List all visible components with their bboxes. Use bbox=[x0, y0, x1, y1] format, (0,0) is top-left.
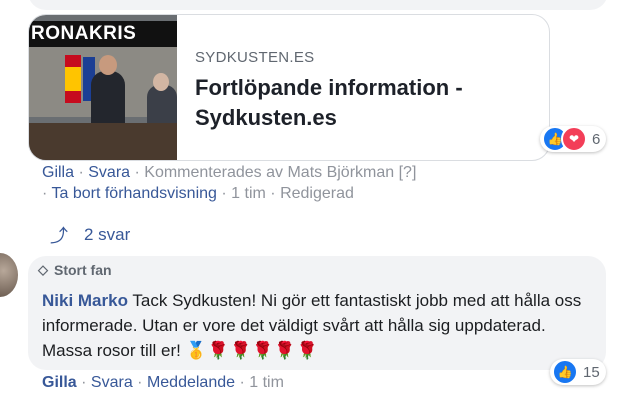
comment-actions-row: Gilla · Svara · Kommenterades av Mats Bj… bbox=[42, 164, 416, 182]
like-link[interactable]: Gilla bbox=[42, 374, 77, 391]
help-link[interactable]: [?] bbox=[399, 164, 417, 181]
view-replies-button[interactable]: ⤴ 2 svar bbox=[50, 222, 130, 248]
comment-body: Niki Marko Tack Sydkusten! Ni gör ett fa… bbox=[42, 288, 592, 363]
reply-arrow-icon: ⤴ bbox=[50, 226, 68, 246]
spain-flag-image bbox=[65, 55, 81, 103]
thumbnail-person bbox=[91, 71, 125, 125]
link-thumbnail[interactable]: RONAKRIS bbox=[29, 15, 177, 160]
separator: · bbox=[42, 185, 48, 202]
remove-preview-link[interactable]: Ta bort förhandsvisning bbox=[51, 185, 216, 202]
reply-link[interactable]: Svara bbox=[91, 374, 133, 391]
separator: · bbox=[221, 185, 227, 202]
reaction-count: 6 bbox=[592, 130, 601, 148]
like-icon: 👍 bbox=[552, 359, 578, 385]
comment-actions-row-2: · Ta bort förhandsvisning · 1 tim · Redi… bbox=[42, 185, 354, 203]
separator: · bbox=[137, 374, 143, 391]
comment-reactions[interactable]: 👍 15 bbox=[550, 359, 606, 385]
link-domain: SYDKUSTEN.ES bbox=[195, 49, 315, 66]
reactions-summary[interactable]: 👍 ❤ 6 bbox=[540, 126, 607, 152]
fan-badge-label: Stort fan bbox=[54, 262, 112, 278]
separator: · bbox=[134, 164, 140, 181]
separator: · bbox=[239, 374, 245, 391]
thumbnail-person-2-head bbox=[153, 73, 169, 91]
thumbnail-person-head bbox=[99, 55, 117, 75]
reply-link[interactable]: Svara bbox=[88, 164, 130, 181]
link-title[interactable]: Fortlöpande information - Sydkusten.es bbox=[195, 73, 525, 133]
comment2-actions-row: Gilla · Svara · Meddelande · 1 tim bbox=[42, 374, 284, 392]
commented-by-text: Kommenterades av Mats Björkman bbox=[144, 164, 395, 181]
link-preview-card[interactable]: RONAKRIS SYDKUSTEN.ES Fortlöpande inform… bbox=[28, 14, 550, 161]
separator: · bbox=[78, 164, 84, 181]
timestamp[interactable]: 1 tim bbox=[231, 185, 266, 202]
comment-author[interactable]: Niki Marko bbox=[42, 291, 128, 310]
message-link[interactable]: Meddelande bbox=[147, 374, 235, 391]
previous-comment-bubble bbox=[28, 0, 608, 10]
timestamp[interactable]: 1 tim bbox=[249, 374, 284, 391]
thumbnail-table bbox=[29, 123, 177, 160]
separator: · bbox=[270, 185, 276, 202]
diamond-icon: ◇ bbox=[38, 262, 48, 277]
avatar[interactable] bbox=[0, 253, 18, 297]
separator: · bbox=[81, 374, 87, 391]
replies-count-label: 2 svar bbox=[84, 225, 131, 244]
emoji-sequence: 🥇🌹🌹🌹🌹🌹 bbox=[185, 341, 319, 360]
fan-badge: ◇ Stort fan bbox=[38, 262, 112, 278]
edited-label[interactable]: Redigerad bbox=[280, 185, 354, 202]
like-count: 15 bbox=[583, 363, 600, 381]
like-link[interactable]: Gilla bbox=[42, 164, 74, 181]
thumbnail-banner: RONAKRIS bbox=[29, 21, 177, 47]
love-icon: ❤ bbox=[561, 126, 587, 152]
